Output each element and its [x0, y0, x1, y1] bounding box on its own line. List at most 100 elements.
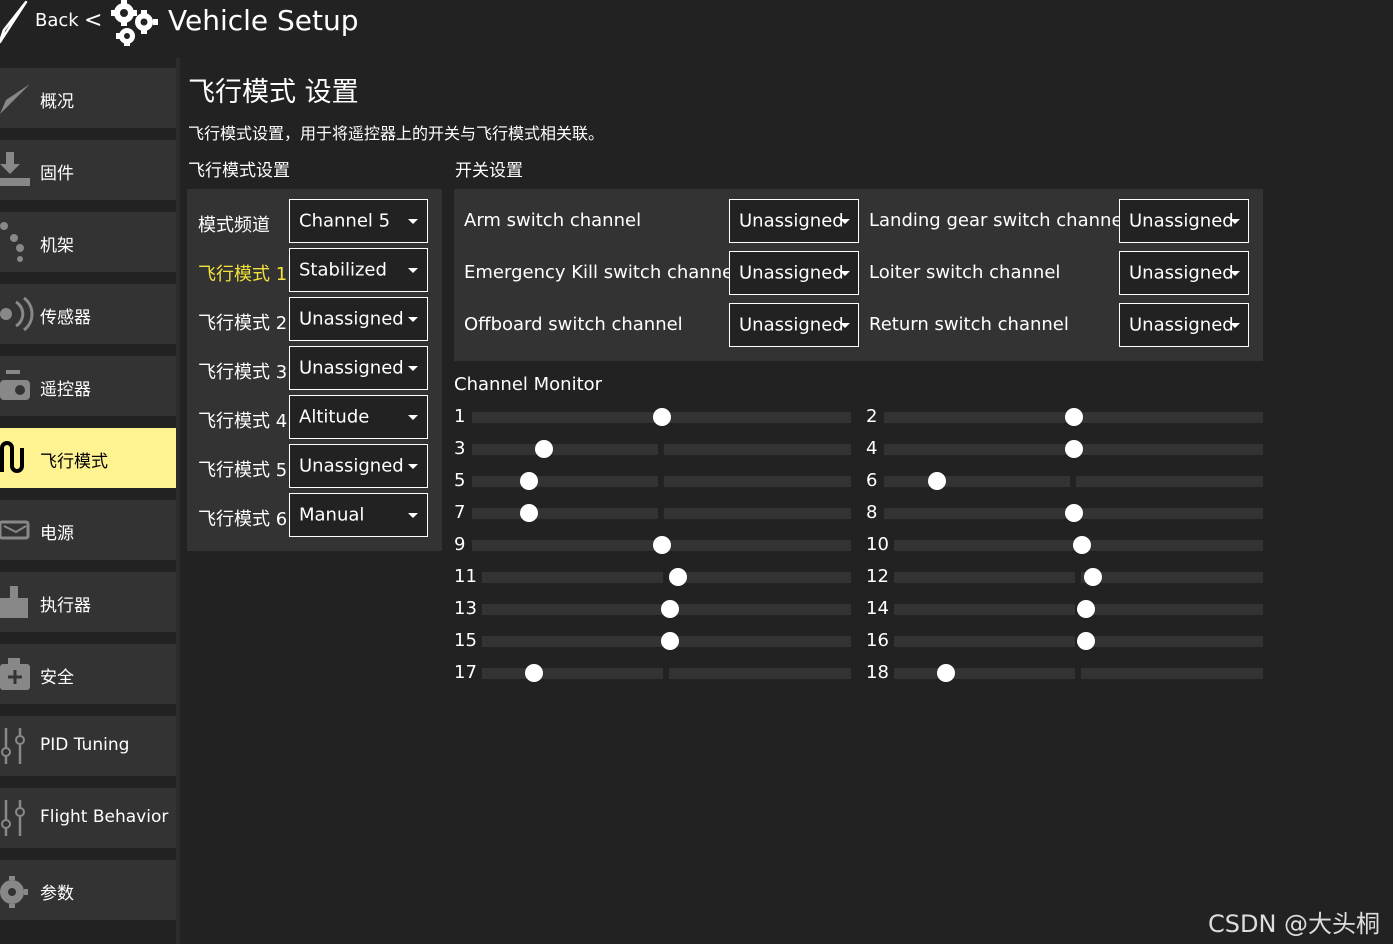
landing-gear-switch-dropdown[interactable]: Unassigned	[1119, 199, 1249, 243]
channel-number: 14	[866, 598, 889, 619]
flight-mode-4-dropdown[interactable]: Altitude	[289, 395, 428, 439]
dropdown-value: Channel 5	[299, 210, 391, 232]
channel-track	[482, 604, 663, 615]
channel-level-indicator	[1064, 408, 1083, 426]
channel-number: 6	[866, 470, 878, 491]
channel-track	[884, 412, 1070, 423]
channel-number: 13	[454, 598, 477, 619]
sidebar-item-airframe[interactable]: 机架	[0, 212, 176, 272]
channel-track	[1081, 540, 1263, 551]
sidebar-item-label: 电源	[40, 524, 74, 544]
channel-track	[669, 636, 851, 647]
landing-gear-switch-label: Landing gear switch channel	[869, 210, 1128, 231]
sidebar-item-parameters[interactable]: 参数	[0, 860, 176, 920]
paper-plane-icon[interactable]	[0, 0, 28, 44]
channel-track	[669, 668, 851, 679]
arm-switch-label: Arm switch channel	[464, 210, 642, 231]
channel-track	[894, 540, 1075, 551]
chevron-down-icon	[1230, 219, 1240, 224]
channel-track	[482, 636, 663, 647]
channel-level-indicator	[936, 664, 955, 682]
channel-track	[1081, 636, 1263, 647]
sidebar-item-summary[interactable]: 概况	[0, 68, 176, 128]
sidebar-item-label: 安全	[40, 668, 74, 688]
paper-plane-icon	[0, 84, 30, 114]
sidebar-item-label: 遥控器	[40, 380, 91, 400]
channel-level-indicator	[661, 600, 680, 618]
channel-level-indicator	[652, 536, 671, 554]
sidebar-item-power[interactable]: 电源	[0, 500, 176, 560]
sidebar-item-actuators[interactable]: 执行器	[0, 572, 176, 632]
channel-level-indicator	[1064, 440, 1083, 458]
sidebar-item-label: 机架	[40, 236, 74, 256]
channel-level-indicator	[661, 632, 680, 650]
channel-track	[884, 508, 1070, 519]
chevron-down-icon	[408, 513, 418, 518]
sidebar-item-label: 执行器	[40, 596, 91, 616]
channel-track	[472, 508, 658, 519]
sidebar-divider	[176, 58, 180, 944]
sidebar-item-safety[interactable]: 安全	[0, 644, 176, 704]
channel-track	[482, 572, 663, 583]
back-button[interactable]: Back	[35, 10, 79, 31]
channel-track	[894, 572, 1075, 583]
channel-track	[472, 540, 658, 551]
channel-number: 12	[866, 566, 889, 587]
chevron-down-icon	[840, 219, 850, 224]
sidebar-item-flight-behavior[interactable]: Flight Behavior	[0, 788, 176, 848]
offboard-switch-dropdown[interactable]: Unassigned	[729, 303, 859, 347]
flight-mode-3-dropdown[interactable]: Unassigned	[289, 346, 428, 390]
flight-mode-6-dropdown[interactable]: Manual	[289, 493, 428, 537]
dropdown-value: Stabilized	[299, 259, 387, 281]
emergency-kill-switch-label: Emergency Kill switch channel	[464, 262, 739, 283]
channel-level-indicator	[1084, 568, 1103, 586]
radio-controller-icon	[0, 370, 30, 400]
channel-level-indicator	[928, 472, 947, 490]
mode-channel-dropdown[interactable]: Channel 5	[289, 199, 428, 243]
sidebar-item-flight-modes[interactable]: 飞行模式	[0, 428, 176, 488]
channel-level-indicator	[1076, 632, 1095, 650]
power-icon	[0, 520, 30, 540]
dropdown-value: Unassigned	[299, 308, 404, 330]
sidebar-item-label: 概况	[40, 92, 74, 112]
channel-track	[664, 444, 851, 455]
channel-number: 17	[454, 662, 477, 683]
back-chevron-icon[interactable]: <	[84, 8, 102, 33]
sidebar-item-sensors[interactable]: 传感器	[0, 284, 176, 344]
arm-switch-dropdown[interactable]: Unassigned	[729, 199, 859, 243]
flight-mode-2-dropdown[interactable]: Unassigned	[289, 297, 428, 341]
page-description: 飞行模式设置，用于将遥控器上的开关与飞行模式相关联。	[188, 124, 605, 143]
dropdown-value: Unassigned	[739, 314, 844, 336]
sidebar-item-label: 参数	[40, 884, 74, 904]
sidebar-item-pid-tuning[interactable]: PID Tuning	[0, 716, 176, 776]
channel-track	[482, 668, 663, 679]
loiter-switch-dropdown[interactable]: Unassigned	[1119, 251, 1249, 295]
sidebar-item-firmware[interactable]: 固件	[0, 140, 176, 200]
download-icon	[0, 152, 30, 186]
sliders-icon	[1, 800, 25, 836]
actuator-icon	[0, 586, 28, 618]
dropdown-value: Altitude	[299, 406, 370, 428]
return-switch-dropdown[interactable]: Unassigned	[1119, 303, 1249, 347]
channel-track	[472, 444, 658, 455]
channel-track	[1081, 572, 1263, 583]
flight-mode-1-dropdown[interactable]: Stabilized	[289, 248, 428, 292]
channel-level-indicator	[652, 408, 671, 426]
channel-number: 1	[454, 406, 466, 427]
emergency-kill-switch-dropdown[interactable]: Unassigned	[729, 251, 859, 295]
dropdown-value: Manual	[299, 504, 365, 526]
sidebar-item-label: PID Tuning	[40, 735, 130, 755]
channel-track	[884, 444, 1070, 455]
sidebar-item-radio[interactable]: 遥控器	[0, 356, 176, 416]
sliders-icon	[1, 728, 25, 764]
channel-number: 10	[866, 534, 889, 555]
channel-number: 7	[454, 502, 466, 523]
flight-mode-5-dropdown[interactable]: Unassigned	[289, 444, 428, 488]
channel-number: 11	[454, 566, 477, 587]
chevron-down-icon	[408, 219, 418, 224]
channel-track	[1081, 604, 1263, 615]
channel-track	[894, 604, 1075, 615]
flight-mode-6-label: 飞行模式 6	[198, 509, 288, 530]
chevron-down-icon	[408, 464, 418, 469]
channel-track	[1076, 412, 1263, 423]
